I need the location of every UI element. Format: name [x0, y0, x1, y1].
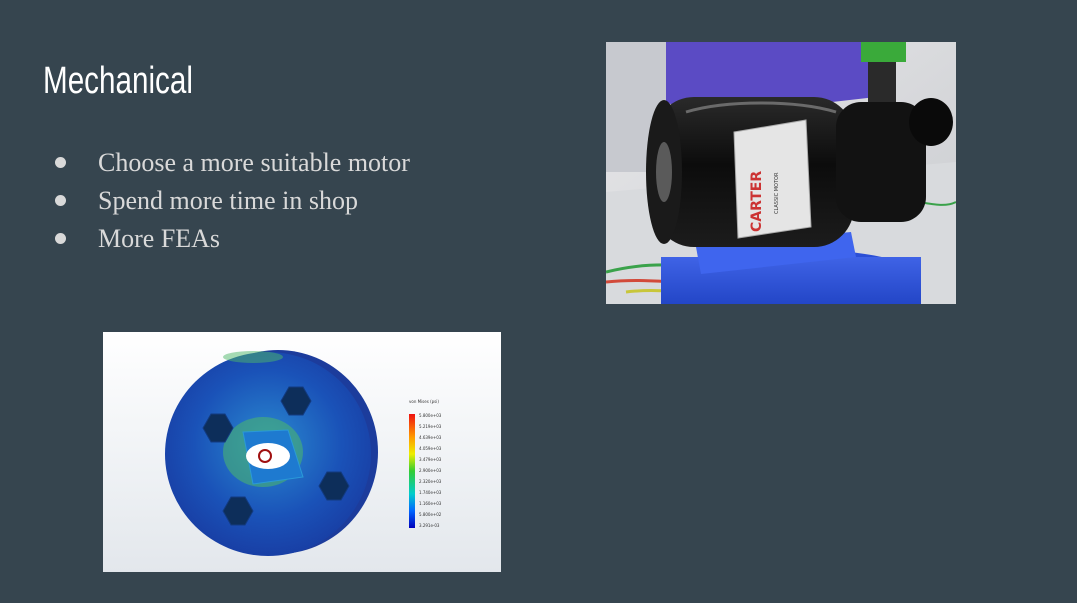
motor-brand-label: CARTER [749, 171, 765, 232]
bullet-dot-icon [55, 157, 66, 168]
legend-value: 1.160e+03 [419, 501, 442, 506]
legend-value: 4.639e+03 [419, 435, 442, 440]
legend-value: 2.320e+03 [419, 479, 442, 484]
bullet-text: Choose a more suitable motor [98, 148, 410, 177]
legend-value: 5.219e+03 [419, 424, 442, 429]
fea-drawing: von Mises (psi) 5.800e+03 5.219e+03 4.63… [165, 350, 442, 556]
legend-color-bar [409, 414, 415, 528]
bullet-list: Choose a more suitable motor Spend more … [52, 146, 410, 260]
bullet-item: Spend more time in shop [52, 184, 410, 222]
legend-value: 5.800e+02 [419, 512, 442, 517]
bullet-item: More FEAs [52, 222, 410, 260]
motor-photo-drawing: CARTER CLASSIC MOTOR [606, 42, 956, 304]
slide-title: Mechanical [43, 60, 193, 102]
legend-value: 1.740e+03 [419, 490, 442, 495]
legend-value: 3.291e-03 [419, 523, 440, 528]
bullet-text: More FEAs [98, 224, 221, 253]
legend-value: 5.800e+03 [419, 413, 442, 418]
bullet-dot-icon [55, 195, 66, 206]
legend-title: von Mises (psi) [409, 399, 439, 404]
motor-subtitle-label: CLASSIC MOTOR [774, 172, 780, 214]
legend-value: 4.059e+03 [419, 446, 442, 451]
legend-value: 3.479e+03 [419, 457, 442, 462]
fea-result-image: von Mises (psi) 5.800e+03 5.219e+03 4.63… [103, 332, 501, 572]
bullet-dot-icon [55, 233, 66, 244]
bullet-item: Choose a more suitable motor [52, 146, 410, 184]
bullet-text: Spend more time in shop [98, 186, 358, 215]
motor-photo: CARTER CLASSIC MOTOR [606, 42, 956, 304]
legend-value: 2.900e+03 [419, 468, 442, 473]
